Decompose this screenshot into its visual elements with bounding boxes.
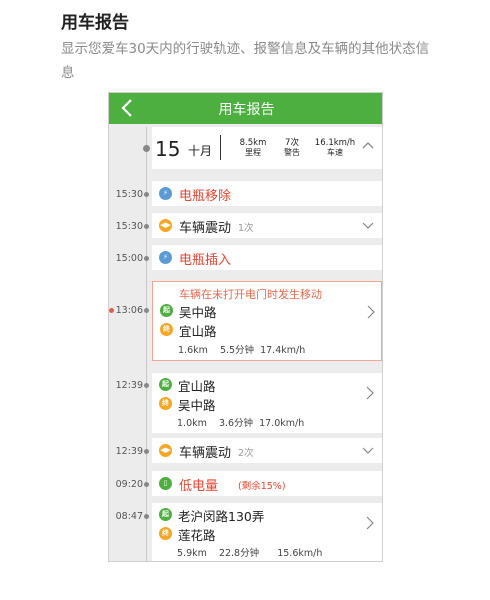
stat-label: 里程	[245, 148, 261, 157]
day-number: 15	[155, 137, 181, 161]
divider	[220, 135, 221, 160]
chevron-right-icon[interactable]	[364, 385, 376, 401]
battery-icon: ⚡	[159, 187, 172, 200]
nav-bar: 用车报告	[109, 93, 382, 124]
event-title: 低电量	[179, 479, 219, 494]
stat-value: 8.5km	[239, 138, 267, 148]
event-low-battery[interactable]: ▯ 低电量 (剩余15%)	[152, 471, 382, 496]
event-battery-inserted[interactable]: ⚡ 电瓶插入	[152, 245, 382, 270]
timeline-dot	[144, 308, 149, 313]
event-title: 车辆震动	[179, 446, 232, 461]
timeline-dot	[144, 514, 149, 519]
event-vibration[interactable]: ◀▶ 车辆震动 2次	[152, 438, 382, 463]
event-vibration[interactable]: ◀▶ 车辆震动 1次	[152, 213, 382, 238]
low-battery-icon: ▯	[159, 477, 172, 490]
event-time: 15:30	[115, 221, 143, 232]
event-time: 08:47	[115, 511, 143, 522]
event-time: 13:06	[115, 305, 143, 316]
page-title: 用车报告	[61, 13, 129, 33]
warning-stat: 7次 警告	[276, 138, 308, 158]
trip-start: 吴中路	[179, 305, 217, 320]
chevron-right-icon[interactable]	[365, 304, 377, 320]
event-time: 15:00	[115, 253, 143, 264]
mileage-stat: 8.5km 里程	[233, 138, 273, 158]
event-count: 1次	[238, 223, 254, 234]
timeline-dot	[144, 482, 149, 487]
trip-card-alert[interactable]: 车辆在未打开电门时发生移动 起 吴中路 终 宜山路 1.6km 5.5分钟 17…	[152, 281, 382, 361]
date-summary: 15 十月 8.5km 里程 7次 警告 16.1km/h 车速	[152, 127, 382, 169]
event-title: 电瓶插入	[179, 253, 232, 268]
timeline-dot	[143, 145, 150, 152]
trip-stats: 1.0km 3.6分钟 17.0km/h	[177, 418, 305, 429]
start-icon: 起	[160, 304, 173, 317]
trip-card[interactable]: 起 宜山路 终 吴中路 1.0km 3.6分钟 17.0km/h	[152, 373, 382, 433]
timeline-dot	[144, 449, 149, 454]
chevron-down-icon[interactable]	[361, 445, 375, 457]
start-icon: 起	[159, 378, 172, 391]
chevron-down-icon[interactable]	[361, 220, 375, 232]
battery-remaining: (剩余15%)	[238, 481, 286, 492]
trip-start: 宜山路	[178, 379, 216, 394]
chevron-right-icon[interactable]	[364, 515, 376, 531]
stat-value: 16.1km/h	[314, 138, 356, 148]
vibration-icon: ◀▶	[159, 219, 172, 232]
chevron-up-icon[interactable]	[360, 136, 376, 154]
timeline-dot	[144, 256, 149, 261]
event-time: 15:30	[115, 189, 143, 200]
battery-icon: ⚡	[159, 251, 172, 264]
event-title: 车辆震动	[179, 221, 232, 236]
vibration-icon: ◀▶	[159, 444, 172, 457]
event-title: 电瓶移除	[179, 189, 232, 204]
timeline-dot	[144, 383, 149, 388]
trip-end: 莲花路	[178, 528, 216, 543]
trip-stats: 5.9km 22.8分钟 15.6km/h	[177, 548, 323, 559]
end-icon: 终	[160, 323, 173, 336]
month-label: 十月	[188, 144, 213, 158]
end-icon: 终	[159, 397, 172, 410]
end-icon: 终	[159, 527, 172, 540]
timeline-dot	[144, 224, 149, 229]
stat-label: 车速	[327, 148, 343, 157]
stat-label: 警告	[284, 148, 300, 157]
alert-message: 车辆在未打开电门时发生移动	[179, 288, 322, 301]
phone-screen: 用车报告 15 十月 8.5km 里程 7次 警告 16.1km/h 车速 15…	[108, 92, 383, 562]
event-time: 09:20	[115, 479, 143, 490]
event-count: 2次	[238, 448, 254, 459]
timeline-dot	[144, 192, 149, 197]
page-description: 显示您爱车30天内的行驶轨迹、报警信息及车辆的其他状态信息	[61, 41, 430, 81]
event-time: 12:39	[115, 446, 143, 457]
trip-stats: 1.6km 5.5分钟 17.4km/h	[178, 345, 306, 356]
speed-stat: 16.1km/h 车速	[312, 138, 358, 158]
nav-title: 用车报告	[218, 102, 275, 118]
trip-end: 宜山路	[179, 324, 217, 339]
start-icon: 起	[159, 508, 172, 521]
event-battery-removed[interactable]: ⚡ 电瓶移除	[152, 181, 382, 206]
event-time: 12:39	[115, 380, 143, 391]
trip-card[interactable]: 起 老沪闵路130弄 终 莲花路 5.9km 22.8分钟 15.6km/h	[152, 503, 382, 561]
trip-start: 老沪闵路130弄	[178, 509, 265, 524]
stat-value: 7次	[285, 138, 299, 148]
trip-end: 吴中路	[178, 398, 216, 413]
